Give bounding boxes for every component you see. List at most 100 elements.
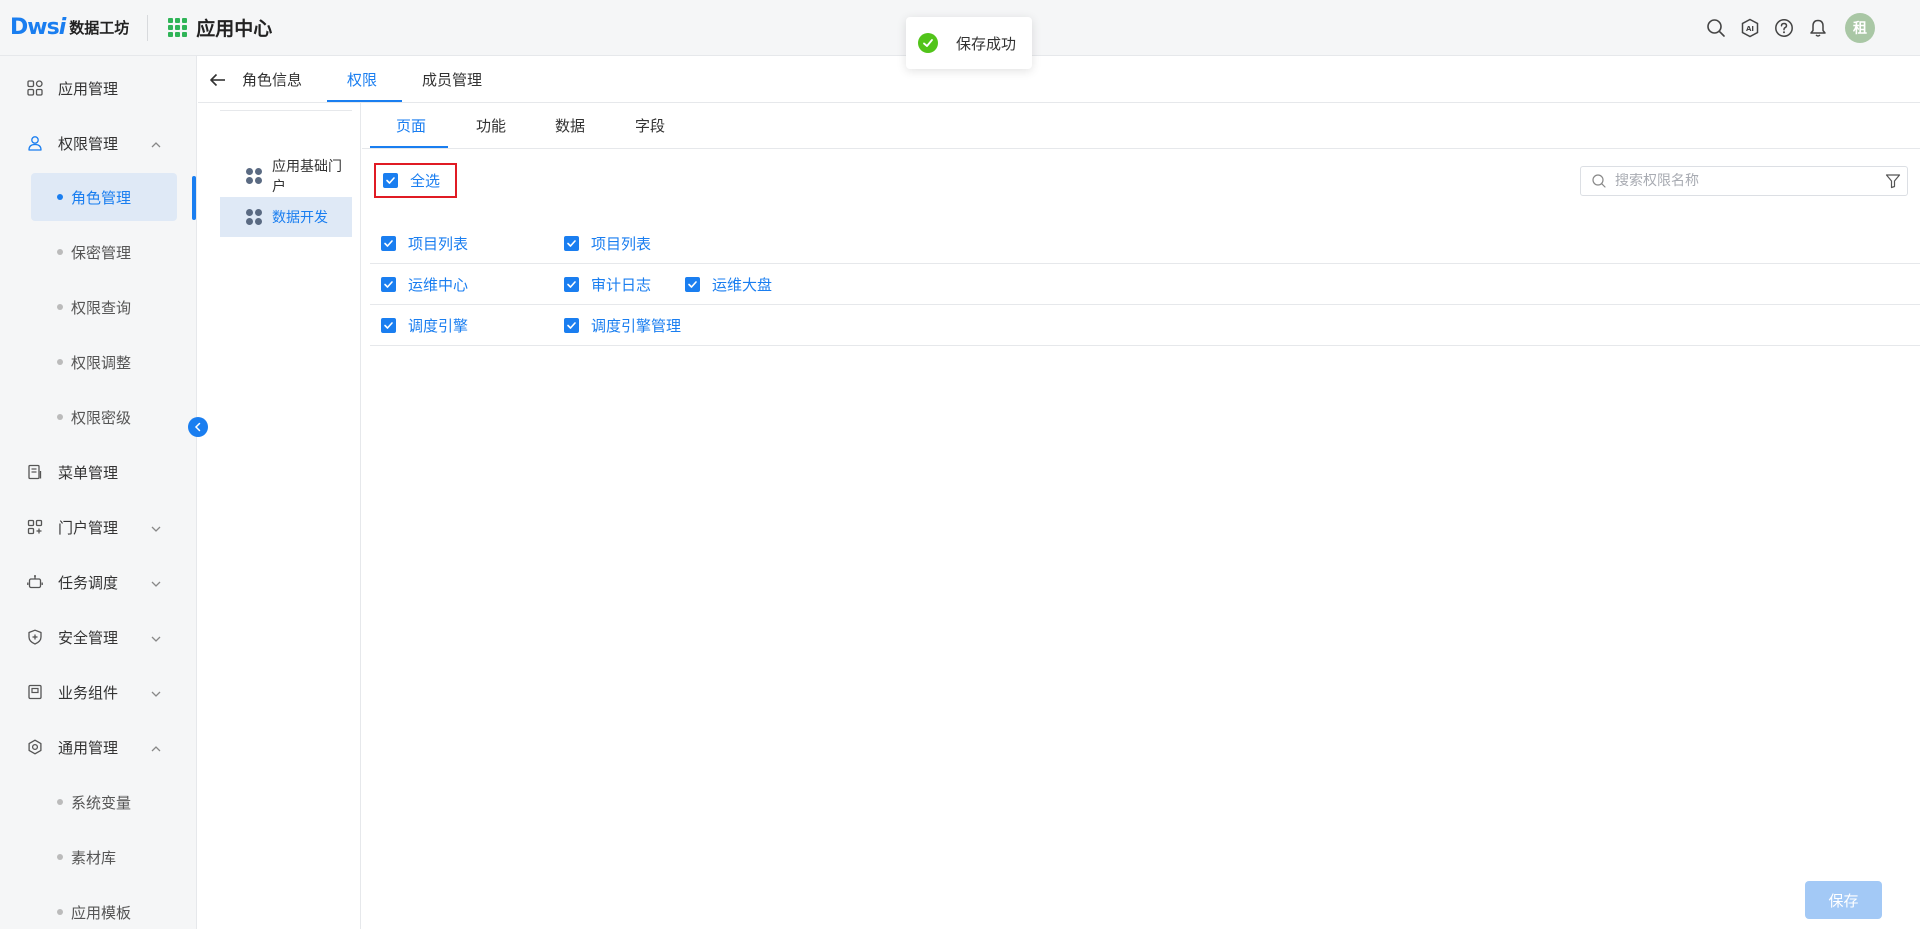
chevron-left-icon [194, 422, 201, 432]
app-list-divider [220, 110, 352, 111]
permission-checkbox[interactable]: 运维中心 [381, 264, 468, 304]
sidebar-item-label: 通用管理 [58, 738, 119, 757]
sidebar: 应用管理 权限管理 角色管理 保密管理 权限查询 权限调整 权限密级 菜单管理 [0, 56, 197, 929]
sidebar-item-label: 菜单管理 [58, 463, 119, 482]
sidebar-item-business-components[interactable]: 业务组件 [0, 670, 197, 714]
sidebar-subitem-permission-adjust[interactable]: 权限调整 [31, 338, 177, 386]
permission-checkbox[interactable]: 项目列表 [381, 223, 468, 263]
bullet-dot [57, 799, 63, 805]
chevron-down-icon [150, 686, 162, 698]
app-center[interactable]: 应用中心 [168, 14, 272, 41]
sidebar-subitem-role-management[interactable]: 角色管理 [31, 173, 177, 221]
save-button[interactable]: 保存 [1805, 881, 1882, 919]
tab-field[interactable]: 字段 [635, 103, 665, 148]
header-divider [147, 14, 149, 41]
permission-checkbox[interactable]: 审计日志 [564, 264, 651, 304]
checkbox-checked-icon [564, 317, 579, 333]
permission-label: 调度引擎管理 [591, 316, 682, 335]
permission-checkbox[interactable]: 项目列表 [564, 223, 651, 263]
bullet-dot [57, 414, 63, 420]
chevron-down-icon [150, 631, 162, 643]
apps-icon [26, 79, 44, 97]
back-arrow-icon[interactable] [208, 70, 228, 90]
permission-label: 项目列表 [408, 234, 469, 253]
app-list-item[interactable]: 应用基础门户 [220, 156, 352, 196]
tab-member-management[interactable]: 成员管理 [422, 56, 482, 102]
tab-permissions[interactable]: 权限 [347, 56, 377, 102]
sidebar-item-task-scheduling[interactable]: 任务调度 [0, 560, 197, 604]
sidebar-subitem-permission-query[interactable]: 权限查询 [31, 283, 177, 331]
sidebar-item-permission-management[interactable]: 权限管理 [0, 121, 197, 165]
tab-data[interactable]: 数据 [555, 103, 585, 148]
search-icon[interactable] [1705, 17, 1727, 39]
logo-text: 数据工坊 [69, 19, 130, 37]
sidebar-item-security-management[interactable]: 安全管理 [0, 615, 197, 659]
sidebar-subitem-secrecy-management[interactable]: 保密管理 [31, 228, 177, 276]
tab-function[interactable]: 功能 [476, 103, 506, 148]
permission-search [1580, 166, 1908, 196]
app-center-title: 应用中心 [196, 18, 273, 40]
sidebar-item-menu-management[interactable]: 菜单管理 [0, 450, 197, 494]
app-dots-icon [246, 209, 262, 225]
sidebar-item-general-management[interactable]: 通用管理 [0, 725, 197, 769]
checkbox-checked-icon [381, 317, 396, 333]
app-list-item[interactable]: 数据开发 [220, 197, 352, 237]
ai-icon[interactable]: AI [1739, 17, 1761, 39]
chevron-up-icon [150, 137, 162, 149]
chevron-down-icon [150, 521, 162, 533]
bullet-dot [57, 304, 63, 310]
logo-mark: Dwsi [10, 15, 66, 40]
chevron-down-icon [150, 576, 162, 588]
sidebar-item-portal-management[interactable]: 门户管理 [0, 505, 197, 549]
sidebar-subitem-material-library[interactable]: 素材库 [31, 833, 177, 881]
bullet-dot [57, 909, 63, 915]
search-input[interactable] [1615, 173, 1875, 189]
logo[interactable]: Dwsi 数据工坊 [10, 0, 129, 56]
shield-icon [26, 628, 44, 646]
gear-icon [26, 738, 44, 756]
sidebar-subitem-label: 应用模板 [71, 903, 132, 922]
header-actions: AI 租 [1705, 0, 1920, 56]
bullet-dot [57, 249, 63, 255]
sidebar-item-label: 任务调度 [58, 573, 119, 592]
tab-page[interactable]: 页面 [396, 103, 426, 148]
sidebar-subitem-label: 权限调整 [71, 353, 132, 372]
bell-icon[interactable] [1807, 17, 1829, 39]
permission-label: 调度引擎 [408, 316, 469, 335]
help-icon[interactable] [1773, 17, 1795, 39]
portal-icon [26, 518, 44, 536]
permission-checkbox[interactable]: 运维大盘 [685, 264, 772, 304]
sidebar-active-indicator [192, 176, 196, 220]
select-all-checkbox[interactable]: 全选 [374, 163, 457, 198]
app-grid-icon [168, 17, 188, 38]
permission-type-tabs: 页面 功能 数据 字段 [362, 103, 1920, 149]
checkbox-checked-icon [564, 235, 579, 251]
sidebar-subitem-label: 系统变量 [71, 793, 132, 812]
sidebar-subitem-app-templates[interactable]: 应用模板 [31, 888, 177, 929]
permission-row: 调度引擎 调度引擎管理 [370, 305, 1920, 346]
tab-role-info[interactable]: 角色信息 [242, 56, 302, 102]
sidebar-subitem-label: 权限密级 [71, 408, 132, 427]
sidebar-subitem-permission-level[interactable]: 权限密级 [31, 393, 177, 441]
permission-label: 运维大盘 [712, 275, 773, 294]
sidebar-item-label: 门户管理 [58, 518, 119, 537]
avatar[interactable]: 租 [1845, 13, 1875, 43]
tab-active-underline [327, 100, 402, 102]
sidebar-subitem-system-variables[interactable]: 系统变量 [31, 778, 177, 826]
checkbox-checked-icon [564, 276, 579, 292]
app-list-item-label: 应用基础门户 [272, 159, 342, 195]
sidebar-collapse-button[interactable] [188, 417, 208, 437]
svg-text:AI: AI [1746, 25, 1754, 33]
bullet-dot [57, 854, 63, 860]
chevron-up-icon [150, 741, 162, 753]
sidebar-item-app-management[interactable]: 应用管理 [0, 66, 197, 110]
sidebar-subitem-label: 素材库 [71, 848, 117, 867]
permission-checkbox[interactable]: 调度引擎 [381, 305, 468, 345]
checkbox-checked-icon [383, 173, 398, 188]
filter-icon[interactable] [1885, 173, 1901, 189]
app-list: 应用基础门户 数据开发 [198, 103, 361, 929]
permission-checkbox[interactable]: 调度引擎管理 [564, 305, 681, 345]
permission-label: 项目列表 [591, 234, 652, 253]
sidebar-item-label: 权限管理 [58, 134, 119, 153]
sidebar-subitem-label: 保密管理 [71, 243, 132, 262]
